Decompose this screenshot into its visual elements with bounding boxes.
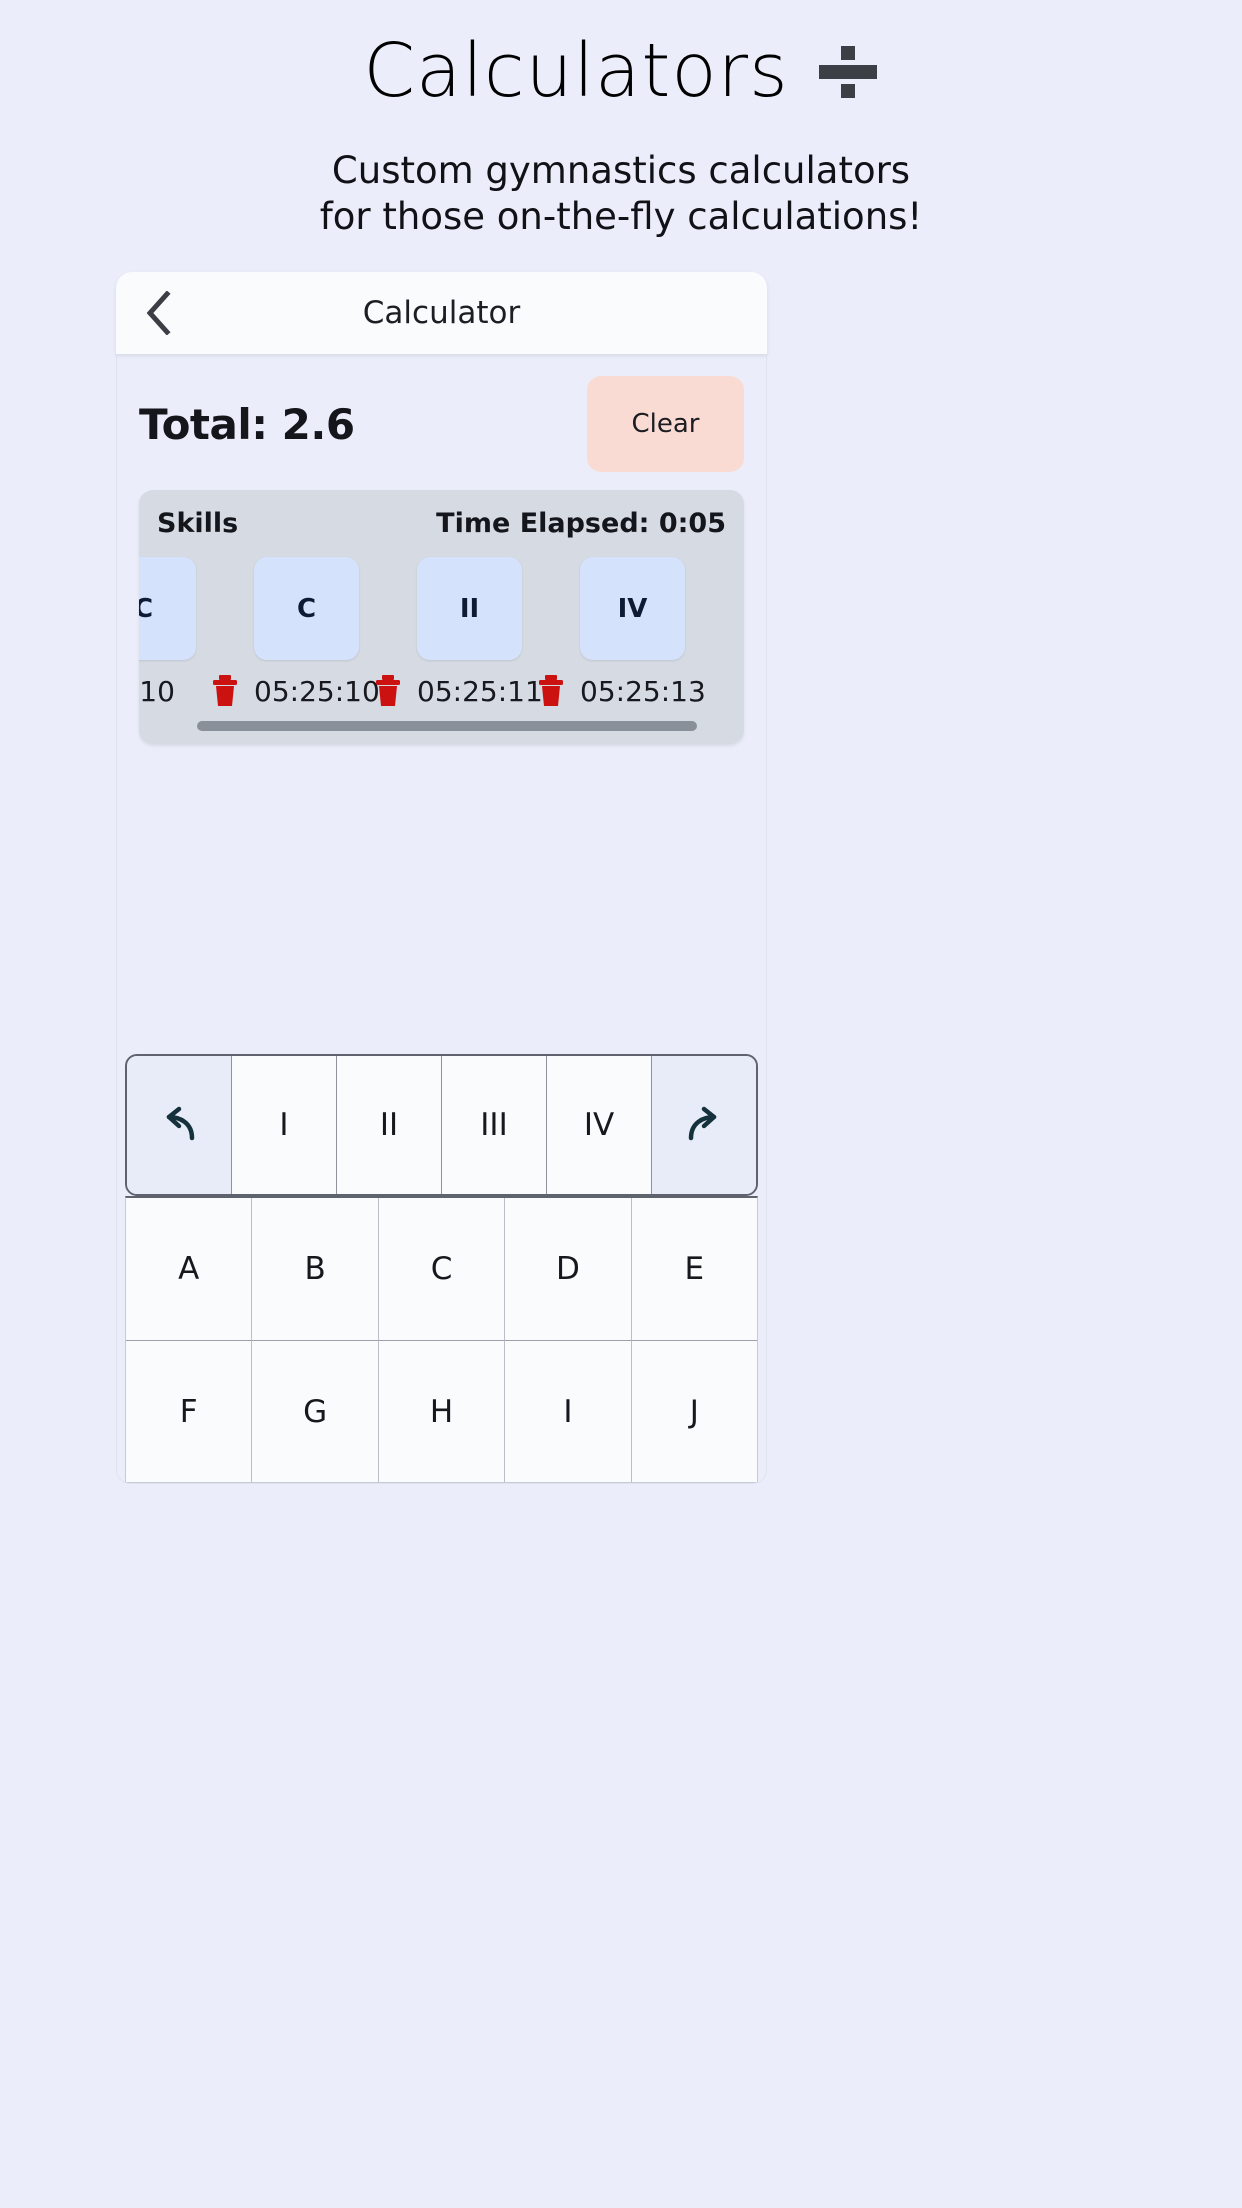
keypad-key-j[interactable]: J <box>631 1340 758 1482</box>
subtitle-line-1: Custom gymnastics calculators <box>331 149 911 192</box>
skills-panel: Skills Time Elapsed: 0:05 CC II IV 5:10 05:… <box>139 490 744 744</box>
clear-button[interactable]: Clear <box>587 376 744 472</box>
divide-icon <box>817 40 879 102</box>
skill-timestamp: 5:10 <box>139 674 175 708</box>
keypad-key-c[interactable]: C <box>378 1198 506 1340</box>
page-subtitle: Custom gymnastics calculators for those … <box>0 148 1242 241</box>
trash-icon <box>375 674 401 708</box>
skill-chip-row: CC II IV <box>139 543 744 660</box>
chevron-left-icon <box>145 291 171 335</box>
page-header: Calculators Custom gymnastics calculator… <box>0 0 1242 241</box>
keypad-row-letters-1: ABCDE <box>126 1198 758 1340</box>
redo-icon <box>683 1105 725 1145</box>
redo-button[interactable] <box>652 1056 756 1194</box>
delete-skill-button[interactable] <box>522 674 580 708</box>
total-row: Total: 2.6 Clear <box>117 354 766 480</box>
keypad-key-e[interactable]: E <box>631 1198 758 1340</box>
timestamp-row: 5:10 05:25:10 05:25:11 05:25:13 <box>139 660 744 708</box>
app-nav-bar: Calculator <box>116 272 767 354</box>
trash-icon <box>538 674 564 708</box>
back-button[interactable] <box>138 290 178 336</box>
keypad-row-numerals: I II III IV <box>125 1054 758 1196</box>
trash-icon <box>212 674 238 708</box>
delete-skill-button[interactable] <box>359 674 417 708</box>
keypad-key-h[interactable]: H <box>378 1340 506 1482</box>
keypad-letters: ABCDE FGHIJ <box>125 1196 758 1483</box>
skill-timestamp: 05:25:10 <box>254 674 380 708</box>
keypad-key-b[interactable]: B <box>252 1198 379 1340</box>
skill-timestamp: 05:25:13 <box>580 674 706 708</box>
subtitle-line-2: for those on-the-fly calculations! <box>319 195 923 239</box>
keypad-key-ii[interactable]: II <box>337 1056 442 1194</box>
skill-timestamp: 05:25:11 <box>417 674 543 708</box>
skill-chip[interactable]: II <box>417 557 522 660</box>
keypad-key-f[interactable]: F <box>126 1340 253 1482</box>
keypad: I II III IV ABCDE FGHIJ <box>117 1054 766 1483</box>
scrollbar-thumb[interactable] <box>197 721 697 731</box>
keypad-key-i[interactable]: I <box>505 1340 632 1482</box>
brand-row: Calculators <box>0 28 1242 114</box>
skills-scroll-area[interactable]: CC II IV 5:10 05:25:10 05:25:11 05:25:13 <box>139 543 744 708</box>
page-title: Calculators <box>363 28 789 114</box>
app-screen: Total: 2.6 Clear Skills Time Elapsed: 0:… <box>116 354 767 1484</box>
skills-heading: Skills <box>157 508 239 539</box>
total-label: Total: 2.6 <box>139 399 355 449</box>
keypad-key-iv[interactable]: IV <box>547 1056 652 1194</box>
keypad-key-d[interactable]: D <box>505 1198 632 1340</box>
screen-empty-area <box>117 744 766 1054</box>
phone-mockup: Calculator Total: 2.6 Clear Skills Time … <box>116 272 767 1484</box>
delete-skill-button[interactable] <box>196 674 254 708</box>
skills-panel-header: Skills Time Elapsed: 0:05 <box>139 508 744 543</box>
skill-chip[interactable]: C <box>254 557 359 660</box>
keypad-row-letters-2: FGHIJ <box>126 1340 758 1482</box>
keypad-key-g[interactable]: G <box>252 1340 379 1482</box>
time-elapsed-label: Time Elapsed: 0:05 <box>436 508 726 539</box>
undo-icon <box>158 1105 200 1145</box>
keypad-key-i[interactable]: I <box>232 1056 337 1194</box>
keypad-key-a[interactable]: A <box>126 1198 253 1340</box>
nav-title: Calculator <box>362 295 521 331</box>
skill-chip[interactable]: C <box>139 557 196 660</box>
horizontal-scrollbar[interactable] <box>139 708 744 744</box>
skill-chip[interactable]: IV <box>580 557 685 660</box>
undo-button[interactable] <box>127 1056 232 1194</box>
keypad-key-iii[interactable]: III <box>442 1056 547 1194</box>
